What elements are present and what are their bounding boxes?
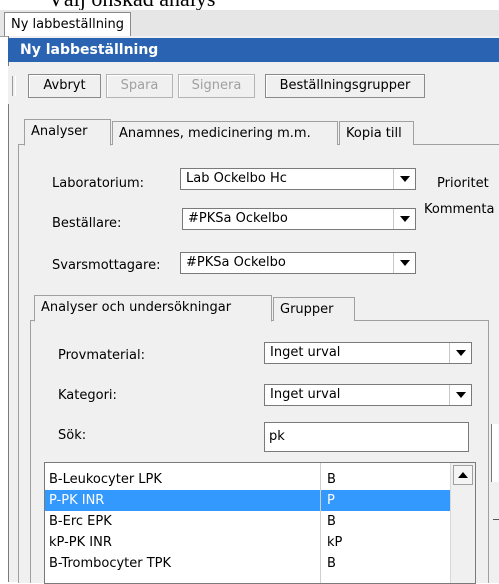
- specimen-select[interactable]: Inget urval: [264, 342, 472, 364]
- orderer-select[interactable]: #PKSa Ockelbo: [182, 208, 416, 230]
- laboratory-label: Laboratorium:: [52, 176, 145, 191]
- result-material: B: [327, 472, 336, 487]
- list-item[interactable]: kP-PK INR kP: [45, 532, 451, 553]
- list-item[interactable]: B-Erc EPK B: [45, 511, 451, 532]
- chevron-down-icon[interactable]: [393, 209, 415, 229]
- sign-button[interactable]: Signera: [178, 74, 255, 98]
- recipient-label: Svarsmottagare:: [52, 258, 161, 273]
- vertical-scrollbar[interactable]: [450, 463, 475, 583]
- recipient-select[interactable]: #PKSa Ockelbo: [180, 252, 416, 274]
- chevron-down-icon[interactable]: [393, 253, 415, 273]
- chevron-down-icon[interactable]: [449, 343, 471, 363]
- tab-analyses-investigations[interactable]: Analyser och undersökningar: [34, 295, 272, 322]
- scroll-up-icon[interactable]: [453, 465, 473, 485]
- result-name: P-PK INR: [49, 493, 105, 508]
- category-label: Kategori:: [58, 388, 117, 403]
- side-panel-edge: [491, 424, 499, 482]
- orderer-value: #PKSa Ockelbo: [188, 211, 288, 226]
- result-name: B-Leukocyter LPK: [49, 472, 162, 487]
- toolbar-grip: [12, 76, 16, 96]
- list-item[interactable]: B-Leukocyter LPK B: [45, 469, 451, 490]
- result-name: B-Erc EPK: [49, 514, 112, 529]
- side-panel-tick: [493, 519, 499, 520]
- tab-kopia-till[interactable]: Kopia till: [339, 121, 414, 145]
- column-divider: [320, 463, 321, 583]
- search-label: Sök:: [58, 428, 87, 443]
- cancel-button[interactable]: Avbryt: [28, 74, 101, 98]
- specimen-value: Inget urval: [270, 345, 341, 360]
- result-name: B-Trombocyter TPK: [49, 556, 172, 571]
- window-title: Ny labbeställning: [8, 38, 499, 62]
- tab-analyser[interactable]: Analyser: [24, 119, 111, 146]
- comment-label: Kommenta: [424, 202, 495, 217]
- result-material: kP: [327, 535, 343, 550]
- recipient-value: #PKSa Ockelbo: [186, 255, 286, 270]
- list-item[interactable]: B-Trombocyter TPK B: [45, 553, 451, 574]
- category-select[interactable]: Inget urval: [264, 384, 472, 406]
- tab-groups[interactable]: Grupper: [273, 297, 355, 321]
- window-tab[interactable]: Ny labbeställning: [4, 12, 132, 36]
- result-material: B: [327, 514, 336, 529]
- chevron-down-icon[interactable]: [393, 169, 415, 189]
- laboratory-value: Lab Ockelbo Hc: [186, 171, 287, 186]
- laboratory-select[interactable]: Lab Ockelbo Hc: [180, 168, 416, 190]
- specimen-label: Provmaterial:: [58, 348, 145, 363]
- chevron-down-icon[interactable]: [449, 385, 471, 405]
- list-item[interactable]: P-PK INR P: [45, 490, 451, 511]
- results-list[interactable]: B-Leukocyter LPK B P-PK INR P B-Erc EPK …: [44, 462, 476, 584]
- search-input[interactable]: pk: [264, 422, 469, 452]
- category-value: Inget urval: [270, 387, 341, 402]
- save-button[interactable]: Spara: [106, 74, 173, 98]
- order-groups-button[interactable]: Beställningsgrupper: [265, 74, 425, 98]
- result-material: B: [327, 556, 336, 571]
- result-material: P: [327, 493, 335, 508]
- result-name: kP-PK INR: [49, 535, 112, 550]
- priority-label: Prioritet: [437, 176, 489, 191]
- tab-anamnes[interactable]: Anamnes, medicinering m.m.: [112, 121, 338, 145]
- orderer-label: Beställare:: [52, 216, 122, 231]
